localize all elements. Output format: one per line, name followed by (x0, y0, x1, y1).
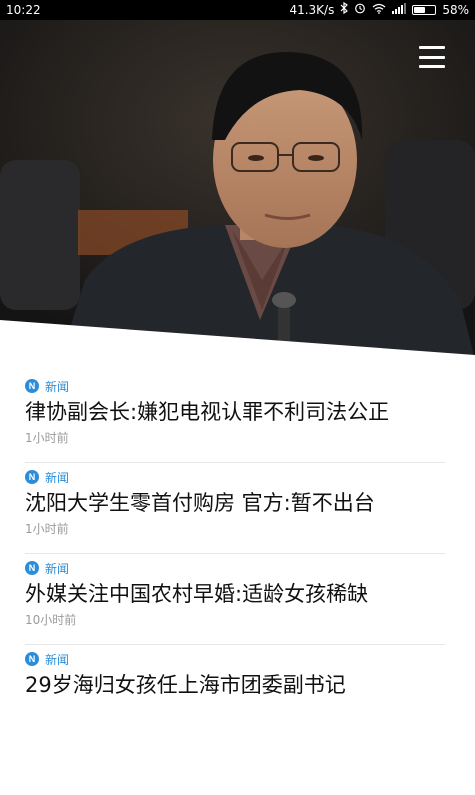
status-icons: 41.3K/s 58% (289, 0, 469, 20)
category-label: 新闻 (45, 652, 70, 667)
news-item[interactable]: N 新闻 律协副会长:嫌犯电视认罪不利司法公正 1小时前 (25, 372, 445, 463)
news-time: 1小时前 (25, 522, 69, 536)
news-headline[interactable]: 29岁海归女孩任上海市团委副书记 (25, 671, 445, 700)
news-time (25, 702, 445, 718)
news-item[interactable]: N 新闻 沈阳大学生零首付购房 官方:暂不出台 1小时前 (25, 463, 445, 554)
category-label: 新闻 (45, 470, 70, 485)
news-item[interactable]: N 新闻 29岁海归女孩任上海市团委副书记 (25, 645, 445, 718)
news-headline[interactable]: 律协副会长:嫌犯电视认罪不利司法公正 (25, 398, 445, 427)
news-item[interactable]: N 新闻 外媒关注中国农村早婚:适龄女孩稀缺 10小时前 (25, 554, 445, 645)
category-row: N 新闻 (25, 560, 445, 576)
category-label: 新闻 (45, 561, 70, 576)
network-speed: 41.3K/s (289, 3, 335, 17)
news-category-icon: N (25, 470, 39, 484)
news-headline[interactable]: 沈阳大学生零首付购房 官方:暂不出台 (25, 489, 445, 518)
menu-line (419, 65, 445, 68)
person-photo (0, 20, 475, 360)
alarm-icon (354, 0, 366, 20)
news-time: 10小时前 (25, 613, 77, 627)
news-list: N 新闻 律协副会长:嫌犯电视认罪不利司法公正 1小时前 N 新闻 沈阳大学生零… (0, 372, 475, 718)
signal-icon (392, 0, 407, 20)
battery-icon (412, 5, 437, 15)
menu-line (419, 55, 445, 59)
battery-fill (414, 7, 426, 13)
news-category-icon: N (25, 561, 39, 575)
category-row: N 新闻 (25, 469, 445, 485)
menu-line (419, 46, 445, 49)
news-category-icon: N (25, 652, 39, 666)
bluetooth-icon (340, 0, 349, 20)
news-category-icon: N (25, 379, 39, 393)
status-time: 10:22 (6, 3, 41, 17)
category-label: 新闻 (45, 379, 70, 394)
wifi-icon (372, 0, 386, 20)
category-row: N 新闻 (25, 651, 445, 667)
news-time: 1小时前 (25, 431, 69, 445)
status-bar: 10:22 41.3K/s 58% (0, 0, 475, 20)
battery-percent: 58% (442, 3, 469, 17)
news-headline[interactable]: 外媒关注中国农村早婚:适龄女孩稀缺 (25, 580, 445, 609)
hero-image[interactable] (0, 20, 475, 360)
hamburger-menu-icon[interactable] (419, 46, 445, 68)
category-row: N 新闻 (25, 378, 445, 394)
